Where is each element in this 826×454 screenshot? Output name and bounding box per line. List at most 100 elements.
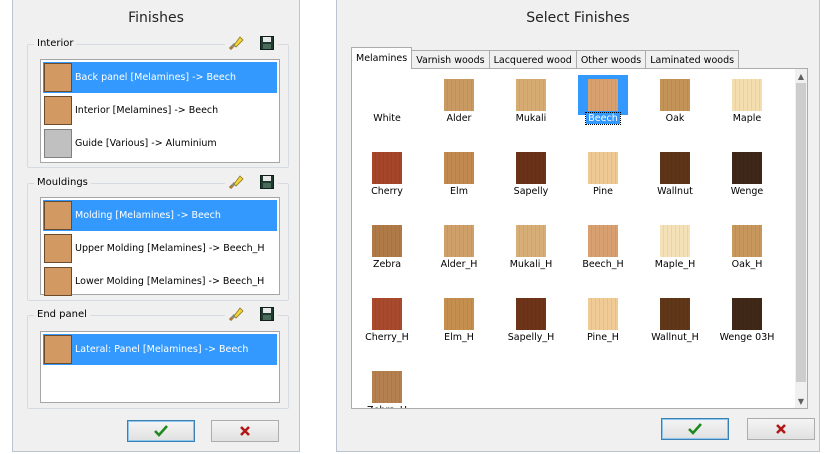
finish-cell[interactable]: Alder <box>428 75 490 137</box>
finish-swatch <box>588 298 618 330</box>
paint-brush-icon[interactable] <box>227 34 245 52</box>
list-item[interactable]: Upper Molding [Melamines] -> Beech_H <box>43 233 277 264</box>
finish-cell[interactable]: Oak <box>644 75 706 137</box>
finish-name: Beech_H <box>582 259 624 270</box>
finish-name-wrap: Sapelly <box>500 186 562 197</box>
tab-varnish-woods[interactable]: Varnish woods <box>411 50 490 69</box>
ok-button[interactable] <box>127 420 195 442</box>
finish-swatch <box>444 225 474 257</box>
list-item[interactable]: Molding [Melamines] -> Beech <box>43 200 277 231</box>
finish-swatch <box>516 79 546 111</box>
finish-swatch <box>44 267 72 296</box>
finish-cell[interactable]: Wenge 03H <box>716 294 778 356</box>
finish-name-wrap: Cherry_H <box>356 332 418 343</box>
finish-cell[interactable]: Mukali_H <box>500 221 562 283</box>
finish-swatch <box>372 152 402 184</box>
finish-swatch <box>444 298 474 330</box>
finish-name-wrap: Elm_H <box>428 332 490 343</box>
finish-swatch <box>732 152 762 184</box>
tab-lacquered-wood[interactable]: Lacquered wood <box>488 50 577 69</box>
save-icon[interactable] <box>258 34 276 52</box>
finish-swatch <box>732 298 762 330</box>
finish-listbox[interactable]: Back panel [Melamines] -> Beech Interior … <box>40 59 280 163</box>
scroll-up-icon[interactable]: ▲ <box>795 69 807 83</box>
finish-name-wrap: Zebra <box>356 259 418 270</box>
finish-cell[interactable]: Wallnut_H <box>644 294 706 356</box>
finish-name: Mukali <box>515 113 547 124</box>
tab-other-woods[interactable]: Other woods <box>575 50 647 69</box>
finish-swatch <box>660 225 690 257</box>
finish-cell[interactable]: Sapelly <box>500 148 562 210</box>
finish-cell[interactable]: Zebra <box>356 221 418 283</box>
scroll-thumb[interactable] <box>796 83 806 382</box>
paint-brush-icon[interactable] <box>227 173 245 191</box>
select-ok-button[interactable] <box>661 418 729 440</box>
select-cancel-button[interactable] <box>747 418 815 440</box>
group-label: Mouldings <box>34 177 91 188</box>
finish-cell[interactable]: Zebra_H <box>356 367 418 408</box>
check-icon <box>154 425 168 437</box>
scroll-down-icon[interactable]: ▼ <box>795 394 807 408</box>
finish-swatch <box>732 225 762 257</box>
finish-name-wrap: Sapelly_H <box>500 332 562 343</box>
cancel-button[interactable] <box>211 420 279 442</box>
finish-name: Cherry_H <box>365 332 409 343</box>
finish-name-wrap: Wenge 03H <box>716 332 778 343</box>
tab-melamines[interactable]: Melamines <box>351 47 413 69</box>
finish-cell[interactable]: Beech <box>572 75 634 137</box>
finish-cell[interactable]: Maple_H <box>644 221 706 283</box>
finish-name: Wenge <box>730 186 764 197</box>
list-item[interactable]: Guide [Various] -> Aluminium <box>43 128 277 159</box>
list-item-label: Molding [Melamines] -> Beech <box>75 210 221 221</box>
list-item[interactable]: Back panel [Melamines] -> Beech <box>43 62 277 93</box>
finish-cell[interactable]: Pine_H <box>572 294 634 356</box>
finish-cell[interactable]: Maple <box>716 75 778 137</box>
finish-cell[interactable]: Cherry_H <box>356 294 418 356</box>
group-tools <box>225 34 278 52</box>
finish-name: Alder_H <box>440 259 478 270</box>
finish-swatch <box>44 201 72 230</box>
list-item[interactable]: Interior [Melamines] -> Beech <box>43 95 277 126</box>
finish-grid: White Alder Mukali Beech Oak Maple Cherry Elm Sa… <box>352 69 796 408</box>
paint-brush-icon[interactable] <box>227 305 245 323</box>
finish-cell[interactable]: Alder_H <box>428 221 490 283</box>
finish-swatch <box>732 79 762 111</box>
save-icon[interactable] <box>258 173 276 191</box>
finish-name-wrap: Maple_H <box>644 259 706 270</box>
finishes-title: Finishes <box>128 10 184 26</box>
vertical-scrollbar[interactable]: ▲ ▼ <box>795 69 807 408</box>
list-item[interactable]: Lower Molding [Melamines] -> Beech_H <box>43 266 277 297</box>
finish-swatch <box>44 96 72 125</box>
finish-swatch <box>44 234 72 263</box>
save-icon[interactable] <box>258 305 276 323</box>
finish-cell[interactable]: Mukali <box>500 75 562 137</box>
group-end-panel: End panel Lateral: Panel [Melamines] -> B… <box>27 305 289 409</box>
finish-cell[interactable]: Wenge <box>716 148 778 210</box>
finish-cell[interactable]: Elm_H <box>428 294 490 356</box>
list-item[interactable]: Lateral: Panel [Melamines] -> Beech <box>43 334 277 365</box>
finish-name: Oak_H <box>731 259 763 270</box>
finish-cell[interactable]: Sapelly_H <box>500 294 562 356</box>
finish-listbox[interactable]: Molding [Melamines] -> Beech Upper Moldin… <box>40 197 280 297</box>
finish-cell[interactable]: Oak_H <box>716 221 778 283</box>
finish-swatch <box>660 79 690 111</box>
select-finishes-title: Select Finishes <box>526 10 630 26</box>
finish-cell[interactable]: Pine <box>572 148 634 210</box>
finish-cell[interactable]: White <box>356 75 418 137</box>
finish-listbox[interactable]: Lateral: Panel [Melamines] -> Beech <box>40 331 280 403</box>
finish-swatch <box>372 79 402 111</box>
tab-laminated-woods[interactable]: Laminated woods <box>645 50 740 69</box>
finish-cell[interactable]: Wallnut <box>644 148 706 210</box>
finish-swatch <box>588 225 618 257</box>
finish-name-wrap: Wallnut <box>644 186 706 197</box>
select-finishes-dialog: Select Finishes Melamines Varnish woods La… <box>336 0 820 452</box>
finish-name: White <box>373 113 401 124</box>
finish-cell[interactable]: Elm <box>428 148 490 210</box>
finish-cell[interactable]: Cherry <box>356 148 418 210</box>
finish-cell[interactable]: Beech_H <box>572 221 634 283</box>
finish-swatch <box>444 79 474 111</box>
finish-name-wrap: Elm <box>428 186 490 197</box>
finish-name: Oak <box>665 113 685 124</box>
finish-name: Elm <box>450 186 468 197</box>
finish-name-wrap: Oak_H <box>716 259 778 270</box>
